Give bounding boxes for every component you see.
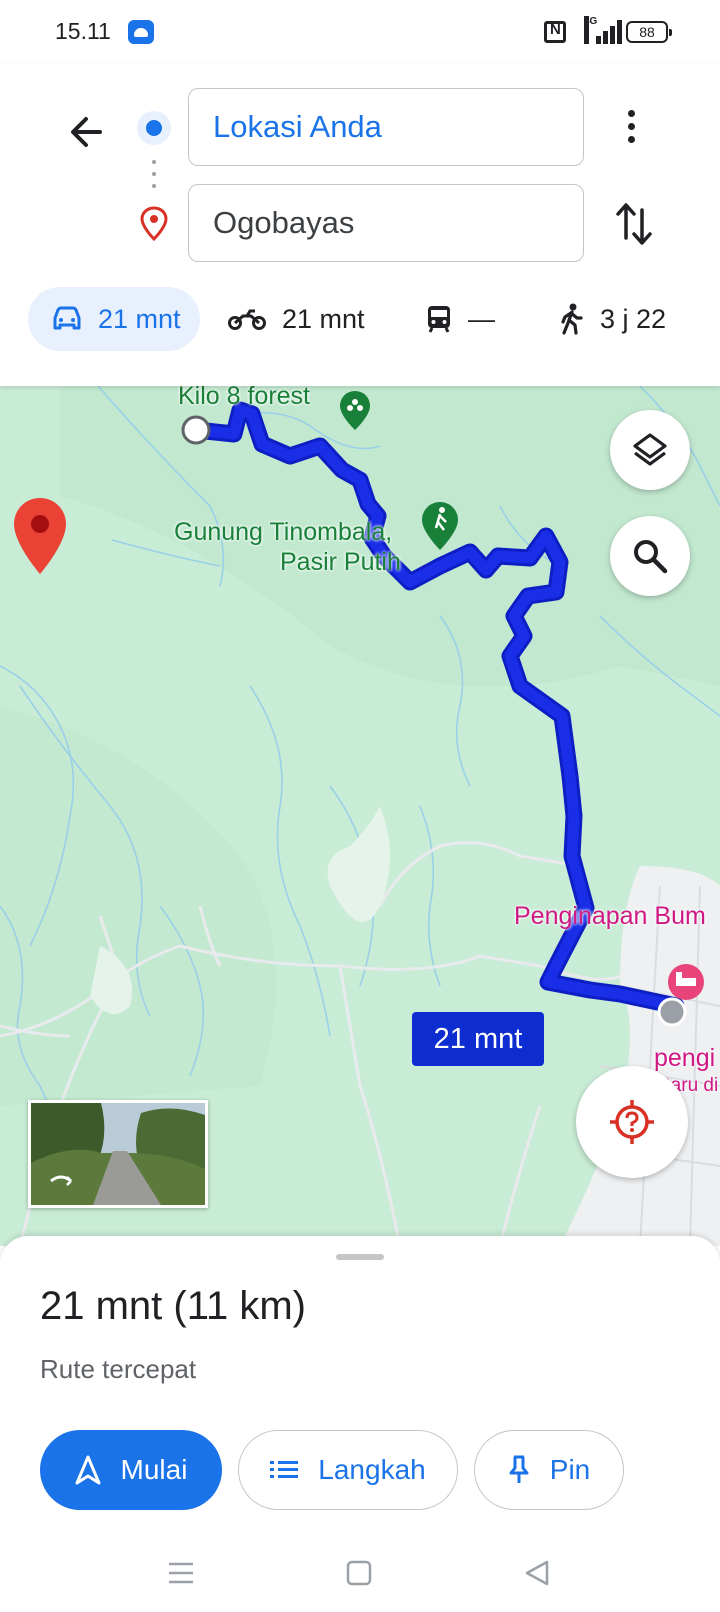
- start-label: Mulai: [120, 1454, 188, 1485]
- map-label-forest[interactable]: Kilo 8 forest: [178, 386, 310, 412]
- mode-walk-label: 3 j 22: [600, 303, 667, 334]
- destination-pin-icon: [139, 206, 169, 242]
- map-label-mountain-line2: Pasir Putih: [280, 548, 401, 576]
- pin-label: Pin: [549, 1454, 591, 1485]
- more-options-button[interactable]: [616, 104, 646, 154]
- route-connector-dots: [152, 160, 156, 194]
- walk-icon: [561, 303, 583, 335]
- list-icon: [270, 1461, 299, 1478]
- map-label-mountain[interactable]: Gunung Tinombala,: [174, 516, 392, 548]
- steps-button[interactable]: Langkah: [238, 1430, 458, 1510]
- route-eta-badge[interactable]: 21 mnt: [412, 1012, 544, 1066]
- mode-motorcycle-tab[interactable]: 21 mnt: [228, 287, 368, 351]
- mode-transit-label: —: [468, 303, 495, 334]
- directions-header: Lokasi Anda Ogobayas 21 mnt 21 mnt — 3 j…: [0, 64, 720, 386]
- travel-modes: 21 mnt 21 mnt — 3 j 22: [0, 287, 720, 355]
- mode-motorcycle-label: 21 mnt: [282, 303, 365, 334]
- destination-input[interactable]: Ogobayas: [188, 184, 584, 262]
- map-label-mountain-line1: Gunung Tinombala,: [174, 518, 393, 546]
- hotel-poi-icon: [668, 964, 704, 1000]
- recents-nav-button[interactable]: [166, 1558, 196, 1593]
- pin-button[interactable]: Pin: [474, 1430, 624, 1510]
- route-start-marker: [181, 415, 211, 445]
- network-type: 4G: [584, 16, 597, 44]
- menu-lines-icon: [169, 1562, 193, 1584]
- transit-icon: [428, 306, 450, 333]
- start-navigation-button[interactable]: Mulai: [40, 1430, 222, 1510]
- motorcycle-icon: [228, 309, 266, 330]
- battery-icon: 88: [626, 21, 672, 43]
- street-view-image: [31, 1103, 205, 1205]
- steps-label: Langkah: [318, 1454, 426, 1485]
- pin-icon: [509, 1455, 529, 1483]
- mode-walk-tab[interactable]: 3 j 22: [558, 287, 682, 351]
- route-end-marker: [657, 997, 687, 1027]
- home-nav-button[interactable]: [344, 1558, 374, 1593]
- map-view[interactable]: Kilo 8 forest Gunung Tinombala, Pasir Pu…: [0, 386, 720, 1246]
- home-square-icon: [346, 1560, 372, 1586]
- mode-transit-tab[interactable]: —: [426, 287, 506, 351]
- route-subtitle: Rute tercepat: [40, 1354, 197, 1384]
- system-nav-bar: [0, 1536, 720, 1612]
- back-triangle-icon: [525, 1560, 549, 1586]
- car-icon: [53, 306, 81, 330]
- mode-car-tab[interactable]: 21 mnt: [28, 287, 200, 351]
- back-nav-button[interactable]: [522, 1558, 552, 1593]
- route-summary: 21 mnt (11 km): [40, 1284, 306, 1328]
- layers-icon: [633, 433, 667, 466]
- search-icon: [634, 540, 668, 574]
- navigation-arrow-icon: [75, 1455, 101, 1485]
- status-bar: 15.11 4G 88: [0, 0, 720, 64]
- layers-button[interactable]: [610, 410, 690, 490]
- origin-location-icon: [137, 111, 171, 145]
- search-along-route-button[interactable]: [610, 516, 690, 596]
- my-location-button[interactable]: [576, 1066, 688, 1178]
- map-label-lodging[interactable]: Penginapan Bum: [514, 900, 706, 932]
- mode-car-label: 21 mnt: [98, 303, 181, 334]
- nfc-icon: [544, 21, 566, 43]
- swap-vertical-icon: [616, 203, 652, 245]
- location-unknown-icon: [610, 1100, 654, 1144]
- back-button[interactable]: [60, 104, 116, 160]
- arrow-back-icon: [71, 117, 102, 147]
- sheet-drag-handle[interactable]: [336, 1254, 384, 1260]
- android-notification-icon: [128, 20, 154, 44]
- origin-input[interactable]: Lokasi Anda: [188, 88, 584, 166]
- street-view-thumbnail[interactable]: [28, 1100, 208, 1208]
- signal-icon: 4G: [584, 16, 622, 44]
- swap-locations-button[interactable]: [612, 198, 656, 250]
- status-time: 15.11: [55, 18, 111, 44]
